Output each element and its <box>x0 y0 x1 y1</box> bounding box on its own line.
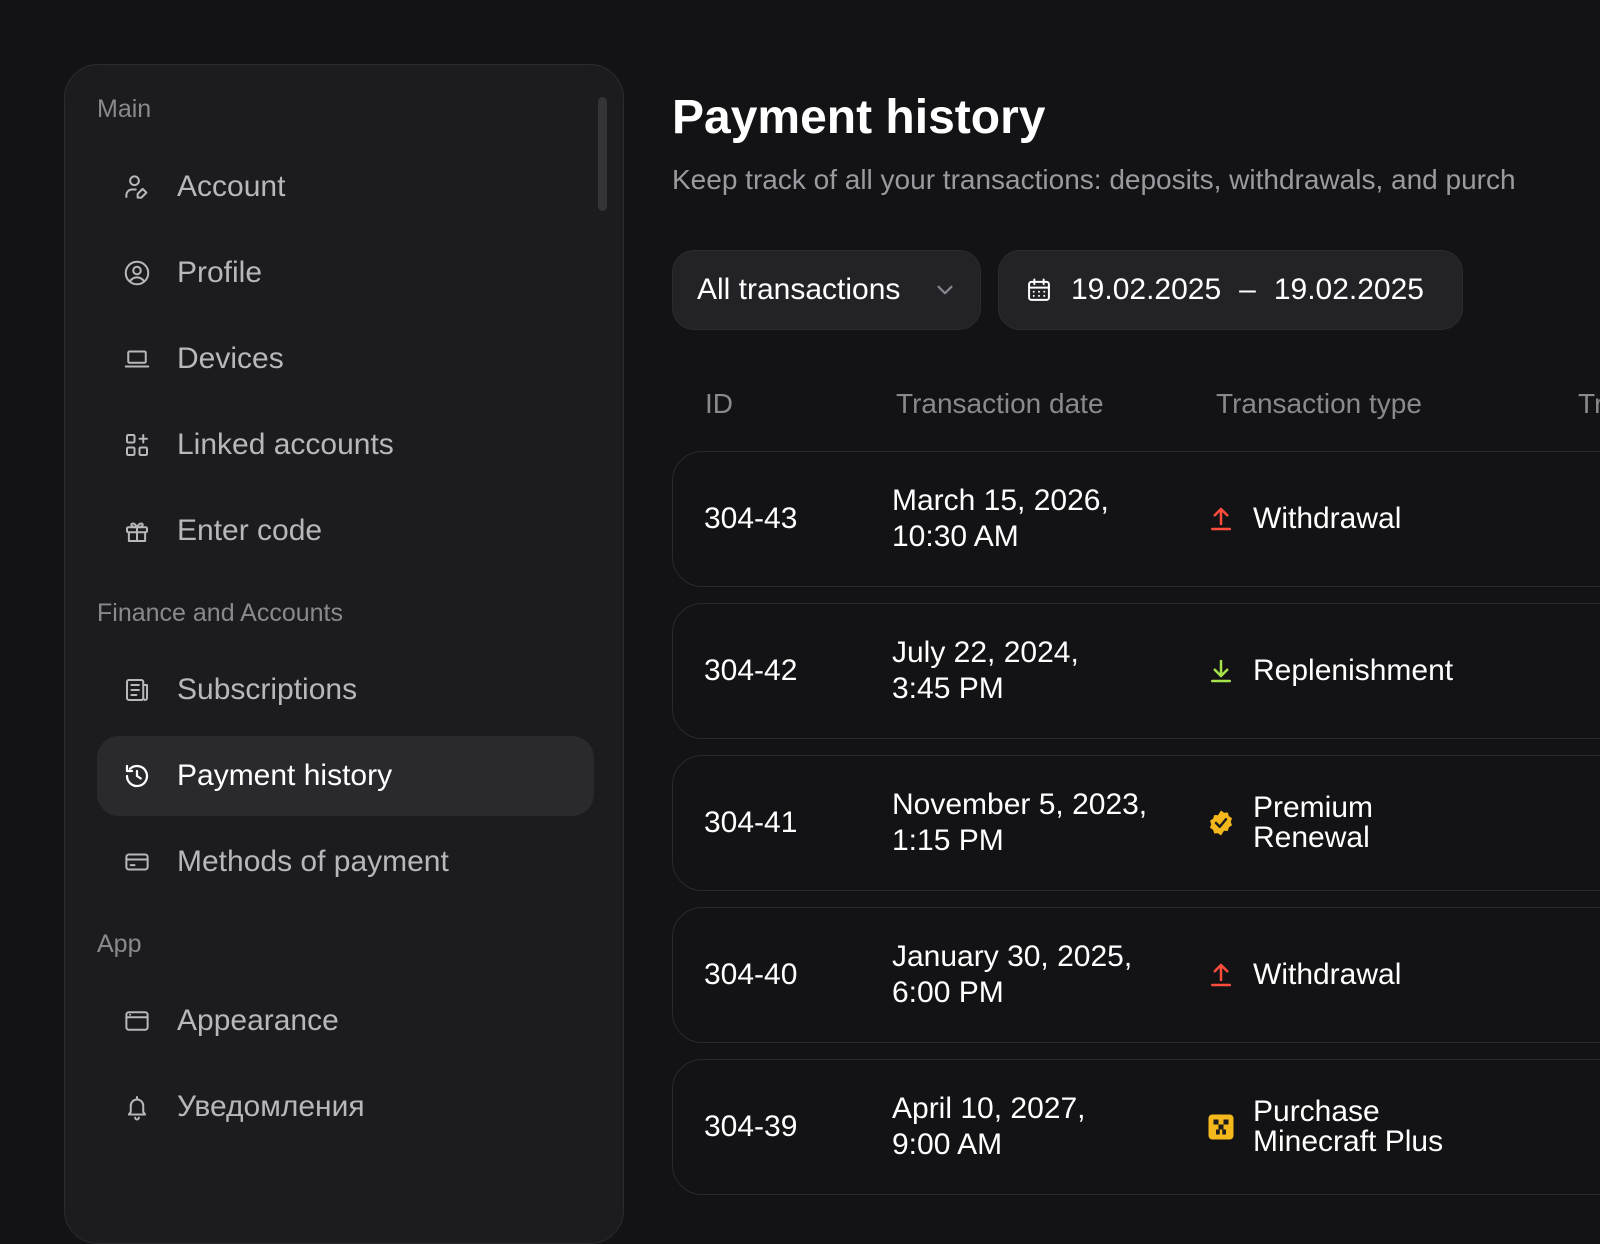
credit-card-icon <box>121 846 153 878</box>
page-title: Payment history <box>672 91 1046 144</box>
laptop-icon <box>121 343 153 375</box>
sidebar-item-label: Account <box>177 170 286 203</box>
transaction-type-label: Replenishment <box>1253 654 1454 687</box>
transaction-type-label: Premium Renewal <box>1253 791 1374 854</box>
date-line: January 30, 2025, <box>892 940 1133 973</box>
date-line: November 5, 2023, <box>892 788 1148 821</box>
arrow-up-icon <box>1205 959 1237 991</box>
section-label-finance: Finance and Accounts <box>97 599 343 627</box>
sidebar-item-appearance[interactable]: Appearance <box>97 981 594 1061</box>
sidebar-item-payment-history[interactable]: Payment history <box>97 736 594 816</box>
main-content: Payment history Keep track of all your t… <box>672 0 1600 1200</box>
transaction-id: 304-41 <box>704 806 798 839</box>
transaction-type: Withdrawal <box>1205 959 1493 991</box>
history-icon <box>121 760 153 792</box>
receipt-icon <box>121 674 153 706</box>
column-header-type: Transaction type <box>1216 388 1422 419</box>
bell-icon <box>121 1091 153 1123</box>
time-line: 6:00 PM <box>892 976 1004 1009</box>
date-line: July 22, 2024, <box>892 636 1079 669</box>
arrow-down-icon <box>1205 655 1237 687</box>
sidebar-item-label: Payment history <box>177 759 393 792</box>
sidebar-item-label: Appearance <box>177 1004 339 1037</box>
sidebar-item-label: Methods of payment <box>177 845 449 878</box>
column-header-id: ID <box>705 388 733 419</box>
sidebar-item-notifications[interactable]: Уведомления <box>97 1067 594 1147</box>
transaction-type-label: Withdrawal <box>1253 502 1402 535</box>
user-circle-icon <box>121 257 153 289</box>
sidebar-item-label: Profile <box>177 256 263 289</box>
calendar-icon <box>1028 278 1050 301</box>
section-label-app: App <box>97 930 142 958</box>
table-row[interactable]: 304-39 April 10, 2027, 9:00 AM Purchase … <box>672 1059 1600 1195</box>
transaction-type-dropdown[interactable]: All transactions <box>672 250 981 330</box>
date-from: 19.02.2025 <box>1071 273 1222 306</box>
date-range-picker[interactable]: 19.02.2025 – 19.02.2025 <box>998 250 1463 330</box>
page-subtitle: Keep track of all your transactions: dep… <box>672 164 1516 195</box>
table-row[interactable]: 304-41 November 5, 2023, 1:15 PM Premium… <box>672 755 1600 891</box>
apps-add-icon <box>121 429 153 461</box>
transaction-date: July 22, 2024, 3:45 PM <box>892 635 1192 707</box>
arrow-up-icon <box>1205 503 1237 535</box>
transaction-type: Purchase Minecraft Plus <box>1205 1097 1493 1157</box>
sidebar: Main Account Profile Devices Linked acco… <box>64 64 624 1244</box>
transaction-type: Replenishment <box>1205 655 1493 687</box>
gift-icon <box>121 515 153 547</box>
column-header-truncated: Tr <box>1578 388 1600 419</box>
transaction-date: March 15, 2026, 10:30 AM <box>892 483 1192 555</box>
chevron-down-icon <box>937 285 953 295</box>
sidebar-item-label: Devices <box>177 342 284 375</box>
transaction-type: Premium Renewal <box>1205 793 1493 853</box>
sidebar-scrollbar[interactable] <box>598 97 607 211</box>
sidebar-item-account[interactable]: Account <box>97 147 594 227</box>
table-row[interactable]: 304-40 January 30, 2025, 6:00 PM Withdra… <box>672 907 1600 1043</box>
transaction-type-label: Withdrawal <box>1253 958 1402 991</box>
verified-badge-icon <box>1205 807 1237 839</box>
sidebar-item-label: Subscriptions <box>177 673 358 706</box>
user-edit-icon <box>121 171 153 203</box>
sidebar-item-label: Linked accounts <box>177 428 394 461</box>
transaction-type-label: All transactions <box>697 273 901 306</box>
time-line: 10:30 AM <box>892 520 1019 553</box>
sidebar-item-subscriptions[interactable]: Subscriptions <box>97 650 594 730</box>
transaction-type-label: Purchase Minecraft Plus <box>1253 1095 1444 1158</box>
transaction-date: November 5, 2023, 1:15 PM <box>892 787 1192 859</box>
sidebar-item-methods-of-payment[interactable]: Methods of payment <box>97 822 594 902</box>
date-line: March 15, 2026, <box>892 484 1109 517</box>
sidebar-item-linked-accounts[interactable]: Linked accounts <box>97 405 594 485</box>
date-line: April 10, 2027, <box>892 1092 1086 1125</box>
sidebar-item-enter-code[interactable]: Enter code <box>97 491 594 571</box>
time-line: 9:00 AM <box>892 1128 1003 1161</box>
sidebar-item-label: Enter code <box>177 514 323 547</box>
window-icon <box>121 1005 153 1037</box>
time-line: 1:15 PM <box>892 824 1004 857</box>
transaction-date: April 10, 2027, 9:00 AM <box>892 1091 1192 1163</box>
transaction-id: 304-40 <box>704 958 798 991</box>
table-row[interactable]: 304-42 July 22, 2024, 3:45 PM Replenishm… <box>672 603 1600 739</box>
date-to: 19.02.2025 <box>1273 273 1424 306</box>
transaction-type: Withdrawal <box>1205 503 1493 535</box>
sidebar-item-devices[interactable]: Devices <box>97 319 594 399</box>
column-header-date: Transaction date <box>896 388 1104 419</box>
transaction-id: 304-39 <box>704 1110 798 1143</box>
transaction-id: 304-43 <box>704 502 798 535</box>
sidebar-item-profile[interactable]: Profile <box>97 233 594 313</box>
minecraft-icon <box>1205 1111 1237 1143</box>
sidebar-item-label: Уведомления <box>177 1090 365 1123</box>
section-label-main: Main <box>97 95 152 123</box>
transaction-id: 304-42 <box>704 654 798 687</box>
date-separator: – <box>1239 273 1256 306</box>
transaction-date: January 30, 2025, 6:00 PM <box>892 939 1192 1011</box>
time-line: 3:45 PM <box>892 672 1004 705</box>
table-row[interactable]: 304-43 March 15, 2026, 10:30 AM Withdraw… <box>672 451 1600 587</box>
